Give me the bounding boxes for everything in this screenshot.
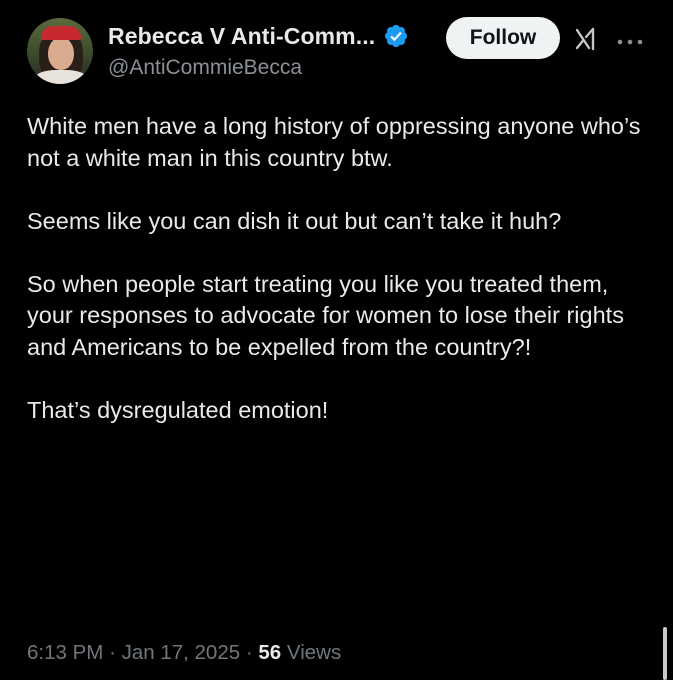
more-options-icon[interactable] bbox=[616, 33, 644, 45]
follow-button[interactable]: Follow bbox=[446, 17, 560, 59]
author-handle[interactable]: @AntiCommieBecca bbox=[108, 56, 302, 80]
grok-icon[interactable] bbox=[573, 24, 603, 54]
author-display-name[interactable]: Rebecca V Anti-Comm... bbox=[108, 23, 375, 50]
scrollbar[interactable] bbox=[663, 627, 667, 680]
meta-separator: · bbox=[109, 641, 116, 664]
verified-badge-icon[interactable] bbox=[383, 23, 409, 49]
tweet-text: White men have a long history of oppress… bbox=[27, 111, 647, 458]
meta-separator: · bbox=[245, 641, 253, 664]
tweet-paragraph: That’s dysregulated emotion! bbox=[27, 396, 329, 423]
tweet-paragraph: White men have a long history of oppress… bbox=[27, 113, 641, 171]
views-count[interactable]: 56 bbox=[258, 641, 281, 664]
tweet-card: Rebecca V Anti-Comm... @AntiCommieBecca … bbox=[0, 0, 673, 680]
tweet-paragraph: Seems like you can dish it out but can’t… bbox=[27, 207, 562, 234]
author-name-row: Rebecca V Anti-Comm... bbox=[108, 20, 409, 52]
tweet-time[interactable]: 6:13 PM bbox=[27, 641, 103, 664]
tweet-paragraph: So when people start treating you like y… bbox=[27, 270, 624, 360]
views-label[interactable]: Views bbox=[287, 641, 341, 664]
avatar[interactable] bbox=[27, 18, 93, 84]
tweet-meta: 6:13 PM · Jan 17, 2025 · 56 Views bbox=[27, 641, 341, 665]
tweet-date[interactable]: Jan 17, 2025 bbox=[122, 641, 241, 664]
